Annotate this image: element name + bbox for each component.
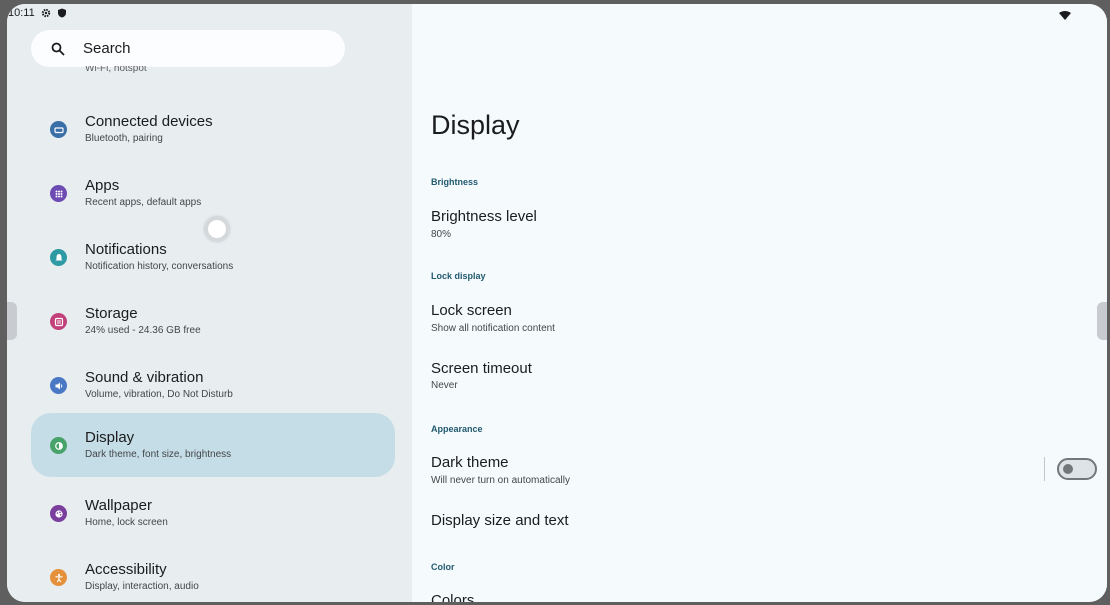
sidebar-item-subtitle: Notification history, conversations — [85, 261, 234, 272]
screen-timeout-value: Never — [431, 380, 458, 391]
sidebar-item-subtitle: Home, lock screen — [85, 517, 168, 528]
tablet-screen: 10:11 Search Wi-Fi, hotspot Connected de… — [7, 4, 1107, 602]
search-label: Search — [83, 40, 131, 57]
sidebar-item-subtitle: Dark theme, font size, brightness — [85, 449, 232, 460]
sidebar-item-sound-vibration[interactable]: Sound & vibration Volume, vibration, Do … — [31, 353, 395, 417]
sidebar-item-title: Notifications — [85, 241, 167, 258]
clipped-item-subtitle: Wi-Fi, hotspot — [85, 66, 147, 73]
settings-sidebar: 10:11 Search Wi-Fi, hotspot Connected de… — [7, 4, 412, 602]
status-bar: 10:11 — [7, 4, 412, 22]
section-header-lock-display: Lock display — [431, 271, 486, 281]
section-header-appearance: Appearance — [431, 424, 483, 434]
section-header-color: Color — [431, 562, 455, 572]
volume-icon — [50, 377, 67, 394]
section-header-brightness: Brightness — [431, 177, 479, 187]
lock-screen-subtitle: Show all notification content — [431, 323, 555, 334]
sidebar-item-title: Accessibility — [85, 561, 167, 578]
dark-theme-subtitle: Will never turn on automatically — [431, 475, 570, 486]
sidebar-item-subtitle: Volume, vibration, Do Not Disturb — [85, 389, 233, 400]
dark-theme-toggle[interactable] — [1057, 458, 1097, 480]
page-title: Display — [431, 110, 520, 140]
sidebar-item-title: Sound & vibration — [85, 369, 204, 386]
connected-devices-icon — [50, 121, 67, 138]
accessibility-icon — [50, 569, 67, 586]
status-time: 10:11 — [8, 7, 35, 19]
sidebar-item-connected-devices[interactable]: Connected devices Bluetooth, pairing — [31, 97, 395, 161]
bell-icon — [50, 249, 67, 266]
search-icon — [51, 42, 65, 56]
sidebar-item-display[interactable]: Display Dark theme, font size, brightnes… — [31, 413, 395, 477]
sidebar-item-subtitle: Recent apps, default apps — [85, 197, 202, 208]
apps-icon — [50, 185, 67, 202]
storage-icon — [50, 313, 67, 330]
sidebar-item-apps[interactable]: Apps Recent apps, default apps — [31, 161, 395, 225]
brightness-level-title[interactable]: Brightness level — [431, 208, 537, 225]
right-edge-handle[interactable] — [1097, 302, 1107, 340]
wifi-icon — [1059, 11, 1071, 20]
palette-icon — [50, 505, 67, 522]
screen-timeout-title[interactable]: Screen timeout — [431, 360, 532, 377]
display-settings-panel: Display Brightness Brightness level 80% … — [412, 4, 1107, 602]
sidebar-item-title: Display — [85, 429, 135, 446]
sidebar-item-storage[interactable]: Storage 24% used - 24.36 GB free — [31, 289, 395, 353]
sidebar-item-subtitle: 24% used - 24.36 GB free — [85, 325, 201, 336]
sidebar-item-title: Connected devices — [85, 113, 213, 130]
sidebar-item-subtitle: Display, interaction, audio — [85, 581, 199, 592]
sidebar-item-notifications[interactable]: Notifications Notification history, conv… — [31, 225, 395, 289]
display-size-title[interactable]: Display size and text — [431, 512, 569, 529]
colors-title[interactable]: Colors — [431, 592, 474, 602]
brightness-icon — [50, 437, 67, 454]
sidebar-item-title: Apps — [85, 177, 120, 194]
shield-icon — [57, 8, 66, 18]
gear-icon — [41, 8, 50, 18]
search-bar[interactable]: Search — [31, 30, 345, 67]
toggle-divider — [1044, 457, 1045, 481]
sidebar-item-accessibility[interactable]: Accessibility Display, interaction, audi… — [31, 545, 395, 602]
toggle-knob — [1063, 464, 1073, 474]
left-edge-handle[interactable] — [7, 302, 17, 340]
sidebar-item-title: Wallpaper — [85, 497, 152, 514]
brightness-level-value: 80% — [431, 229, 452, 240]
lock-screen-title[interactable]: Lock screen — [431, 302, 512, 319]
dark-theme-title[interactable]: Dark theme — [431, 454, 509, 471]
sidebar-item-subtitle: Bluetooth, pairing — [85, 133, 163, 144]
sidebar-item-title: Storage — [85, 305, 138, 322]
sidebar-item-wallpaper[interactable]: Wallpaper Home, lock screen — [31, 481, 395, 545]
